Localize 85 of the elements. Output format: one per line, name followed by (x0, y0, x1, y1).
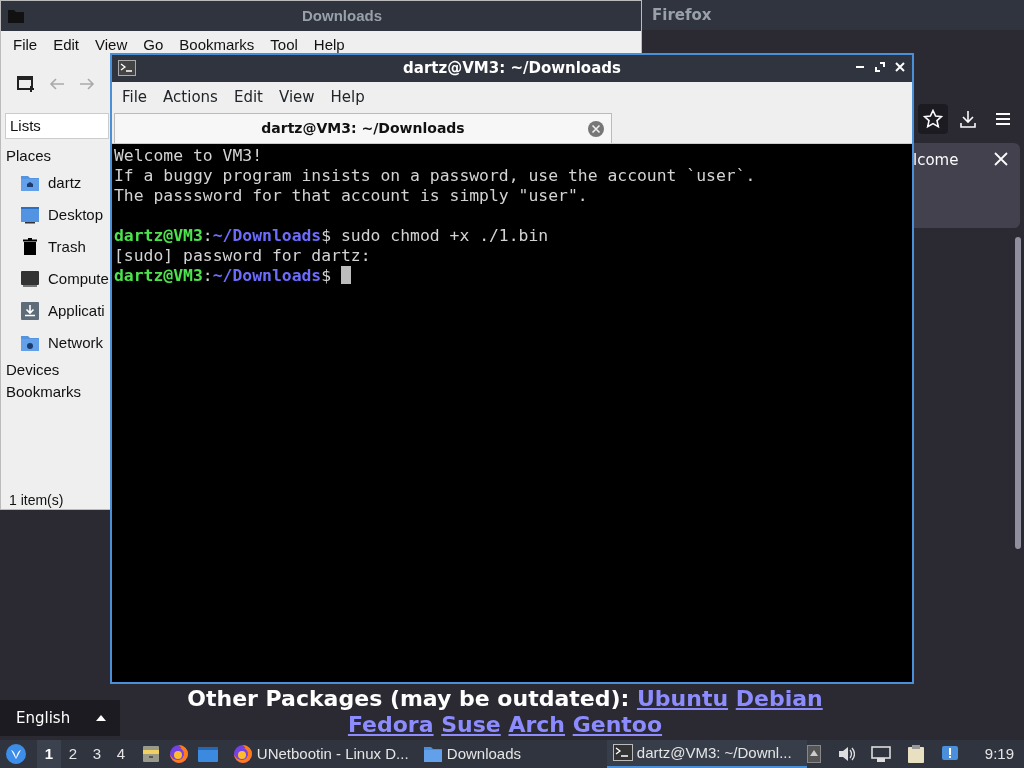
network-icon[interactable] (870, 745, 891, 763)
sidebar-item[interactable]: Network (6, 327, 109, 359)
menu-item[interactable]: Edit (225, 85, 271, 109)
desktop-icon (20, 205, 40, 225)
folder-icon (7, 8, 25, 24)
notification-icon[interactable] (940, 745, 959, 763)
home-folder-icon (20, 173, 40, 193)
section-header[interactable]: Bookmarks (6, 381, 109, 403)
terminal-line: [sudo] password for dartz: (114, 246, 372, 266)
window-title: Downloads (302, 5, 382, 26)
status-text: 1 item(s) (9, 491, 64, 510)
sidebar-item[interactable]: Applicati (6, 295, 109, 327)
menu-item[interactable]: Help (305, 33, 353, 57)
network-folder-icon (20, 333, 40, 353)
menu-item[interactable]: Actions (155, 85, 226, 109)
firefox-icon[interactable] (168, 744, 189, 764)
volume-icon[interactable] (836, 745, 855, 763)
maximize-icon[interactable] (874, 61, 886, 73)
sidebar-item[interactable]: Trash (6, 231, 109, 263)
prompt-user: dartz@VM3 (114, 266, 203, 285)
package-link[interactable]: Ubuntu (636, 686, 729, 711)
workspace-button[interactable]: 4 (108, 740, 133, 768)
close-icon[interactable] (993, 151, 1009, 167)
start-menu-icon[interactable] (5, 743, 27, 765)
close-tab-icon[interactable] (587, 120, 605, 138)
bookmark-button[interactable] (918, 104, 948, 134)
prompt-symbol: $ (321, 266, 332, 285)
packages-label: Other Packages (may be outdated): (187, 686, 630, 711)
caret-icon (96, 715, 106, 721)
prompt-separator: : (202, 266, 213, 285)
taskbar-task[interactable]: UNetbootin - Linux D... (226, 740, 417, 768)
new-tab-icon[interactable] (17, 75, 35, 93)
lists-dropdown[interactable]: Lists (5, 113, 109, 139)
window-icon[interactable] (196, 745, 219, 763)
menu-item[interactable]: Tool (262, 33, 306, 57)
prompt-user: dartz@VM3 (114, 226, 203, 245)
workspace-button[interactable]: 1 (37, 740, 61, 768)
trash-icon (20, 237, 40, 257)
menu-item[interactable]: View (270, 85, 323, 109)
terminal-line: If a buggy program insists on a password, use the account `user`. (114, 166, 757, 186)
notification-text: lcome (913, 150, 959, 171)
file-cabinet-icon[interactable] (140, 744, 161, 764)
clipboard-icon[interactable] (906, 744, 925, 764)
taskbar-task[interactable]: Downloads (416, 740, 607, 768)
package-link[interactable]: Fedora (347, 712, 434, 737)
menu-item[interactable]: View (87, 33, 136, 57)
close-icon[interactable] (894, 61, 906, 73)
firefox-icon (232, 744, 253, 764)
terminal-tab[interactable]: dartz@VM3: ~/Downloads (114, 113, 612, 143)
window-title: dartz@VM3: ~/Downloads (403, 58, 621, 80)
workspace-button[interactable]: 2 (60, 740, 85, 768)
package-link[interactable]: Debian (735, 686, 823, 711)
package-link[interactable]: Suse (441, 712, 501, 737)
terminal-line: The passsword for that account is simply "user". (114, 186, 589, 206)
prompt-separator: : (202, 226, 213, 245)
tray-expand-icon[interactable] (806, 745, 821, 763)
folder-icon (422, 744, 443, 764)
language-dropdown[interactable]: English (0, 700, 120, 736)
workspace-button[interactable]: 3 (84, 740, 109, 768)
sidebar-item[interactable]: dartz (6, 167, 109, 199)
section-header[interactable]: Devices (6, 359, 109, 381)
terminal-icon (118, 60, 136, 76)
terminal-icon (612, 743, 633, 763)
prompt-path: ~/Downloads (212, 266, 322, 285)
menu-item[interactable]: File (5, 33, 46, 57)
menu-item[interactable]: Edit (45, 33, 88, 57)
download-icon (20, 301, 40, 321)
command-text: $ sudo chmod +x ./1.bin (321, 226, 549, 245)
taskbar-task[interactable]: dartz@VM3: ~/Downl... (606, 740, 807, 768)
menu-item[interactable]: Help (322, 85, 373, 109)
star-icon (923, 109, 943, 129)
scrollbar[interactable] (1015, 237, 1021, 549)
menu-item[interactable]: File (114, 85, 156, 109)
download-icon (958, 109, 978, 129)
sidebar-item[interactable]: Compute (6, 263, 109, 295)
prompt-path: ~/Downloads (212, 226, 322, 245)
clock-text: 9:19 (984, 743, 1014, 764)
computer-icon (20, 269, 40, 289)
package-link[interactable]: Arch (508, 712, 565, 737)
section-header[interactable]: Places (6, 145, 109, 167)
menu-item[interactable]: Go (135, 33, 172, 57)
terminal-line: Welcome to VM3! (114, 146, 264, 166)
menu-item[interactable]: Bookmarks (171, 33, 263, 57)
package-link[interactable]: Gentoo (572, 712, 663, 737)
sidebar-item[interactable]: Desktop (6, 199, 109, 231)
